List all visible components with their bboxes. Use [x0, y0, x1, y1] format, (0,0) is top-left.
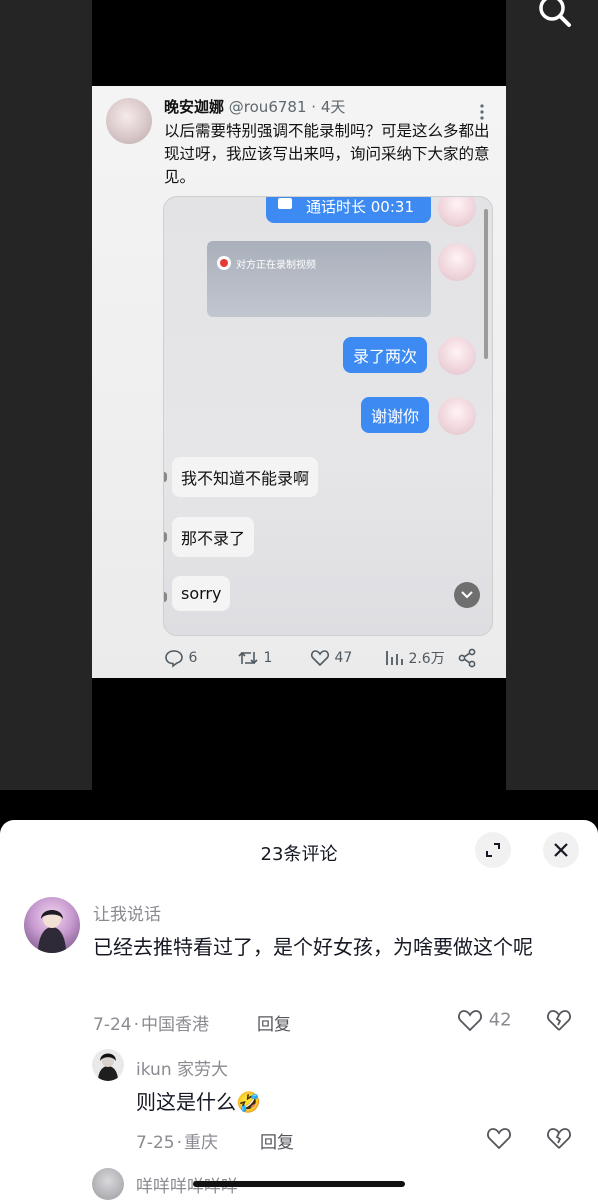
recording-notice-text: 对方正在录制视频: [236, 260, 316, 271]
reply-icon: [165, 650, 183, 668]
chat-avatar-right: [438, 397, 476, 435]
video-backdrop-right: [506, 0, 598, 790]
call-duration-bubble: 通话时长 00:31: [266, 197, 431, 223]
views-count: 2.6万: [408, 651, 445, 667]
tweet-header-separator: ·: [311, 98, 317, 116]
comment-date: 7-24: [93, 1015, 132, 1035]
comments-sheet: 23条评论 让我说话 已经去推特看过了，是个好女孩，为啥要做这个呢 7-24 · 中: [0, 820, 598, 1200]
views-action[interactable]: 2.6万: [384, 648, 445, 670]
comment-text-body: 则这是什么: [136, 1090, 236, 1114]
chat-avatar-left-edge: [164, 532, 167, 542]
home-indicator: [193, 1181, 405, 1187]
close-button[interactable]: [543, 832, 579, 868]
reply-button[interactable]: 回复: [257, 1010, 291, 1035]
like-count: 47: [334, 650, 353, 666]
share-icon: [458, 648, 476, 668]
tweet-actions: 6 1 47 2.6万: [92, 646, 506, 672]
close-icon: [554, 843, 568, 857]
expand-icon: [486, 843, 500, 857]
comment-like-button[interactable]: 42: [457, 1008, 512, 1032]
tweet-author-handle: @rou6781: [228, 98, 307, 116]
chat-avatar-right: [438, 243, 476, 281]
app-root: 晚安迦娜 @rou6781 · 4天 以后需要特别强调不能录制吗？可是这么多都出…: [0, 0, 598, 1200]
chat-avatar-right: [438, 197, 476, 227]
avatar-figure-icon: [38, 910, 66, 953]
chat-message-right: 谢谢你: [361, 397, 430, 433]
chat-message-right: 录了两次: [343, 337, 428, 373]
comment-text: 已经去推特看过了，是个好女孩，为啥要做这个呢: [93, 935, 533, 959]
retweet-icon: [238, 651, 258, 665]
comment-username[interactable]: ikun 家劳大: [136, 1055, 228, 1080]
expand-button[interactable]: [475, 832, 511, 868]
chevron-down-icon: [461, 591, 473, 599]
search-button[interactable]: [532, 0, 576, 34]
comment-username[interactable]: 让我说话: [93, 900, 161, 925]
chat-avatar-left-edge: [164, 592, 167, 602]
tweet-author-name: 晚安迦娜: [164, 98, 225, 116]
retweet-count: 1: [263, 650, 273, 666]
reply-count: 6: [188, 650, 198, 666]
avatar-figure-icon: [98, 1053, 118, 1081]
more-options-icon[interactable]: [472, 102, 492, 122]
comment-dislike-button[interactable]: [546, 1008, 572, 1036]
record-dot-icon: [217, 256, 231, 270]
comment-avatar[interactable]: [92, 1049, 124, 1081]
retweet-action[interactable]: 1: [237, 648, 272, 670]
chat-message-left: 那不录了: [172, 517, 255, 557]
comment-meta: 7-24 · 中国香港: [93, 1015, 209, 1035]
chat-avatar-right: [438, 337, 476, 375]
laughing-emoji: 🤣: [236, 1090, 261, 1114]
video-camera-icon: [278, 198, 292, 209]
like-action[interactable]: 47: [310, 648, 352, 670]
heart-icon: [458, 1010, 482, 1032]
comment-text: 则这是什么🤣: [136, 1085, 436, 1120]
tweet-author-avatar[interactable]: [106, 98, 152, 144]
broken-heart-icon: [547, 1128, 571, 1149]
call-duration-text: 通话时长 00:31: [306, 198, 414, 216]
chat-message-left: sorry: [172, 576, 231, 611]
heart-icon: [487, 1128, 511, 1150]
broken-heart-icon: [547, 1010, 571, 1031]
comment-avatar[interactable]: [92, 1168, 124, 1200]
share-action[interactable]: [457, 648, 477, 670]
comment-avatar[interactable]: [24, 897, 80, 953]
comment-location: 重庆: [184, 1133, 218, 1153]
comment-location: 中国香港: [141, 1015, 209, 1035]
chat-message-left: 我不知道不能录啊: [172, 457, 319, 497]
chat-avatar-left-edge: [164, 472, 167, 482]
tweet-text: 以后需要特别强调不能录制吗？可是这么多都出现过呀，我应该写出来吗，询问采纳下大家…: [164, 122, 490, 186]
chat-screenshot: 通话时长 00:31 对方正在录制视频 录了两次 谢谢你 我不知道不能录啊 那不…: [163, 196, 493, 636]
reply-action[interactable]: 6: [164, 648, 197, 670]
analytics-icon: [386, 651, 403, 665]
reply-button[interactable]: 回复: [260, 1128, 294, 1153]
comment-date: 7-25: [136, 1133, 175, 1153]
comment-like-count: 42: [488, 1009, 512, 1031]
recording-notice-card: 对方正在录制视频: [207, 241, 431, 317]
video-backdrop-left: [0, 0, 92, 790]
scroll-down-button: [454, 582, 480, 608]
comment-meta: 7-25 · 重庆: [136, 1133, 218, 1153]
heart-icon: [310, 650, 330, 667]
tweet-time: 4天: [320, 98, 346, 116]
screenshot-scrollbar: [484, 209, 488, 359]
search-icon: [539, 0, 571, 27]
comment-dislike-button[interactable]: [546, 1126, 572, 1154]
tweet-header: 晚安迦娜 @rou6781 · 4天: [164, 96, 345, 117]
comment-like-button[interactable]: [486, 1126, 512, 1150]
tweet-card: 晚安迦娜 @rou6781 · 4天 以后需要特别强调不能录制吗？可是这么多都出…: [92, 86, 506, 678]
